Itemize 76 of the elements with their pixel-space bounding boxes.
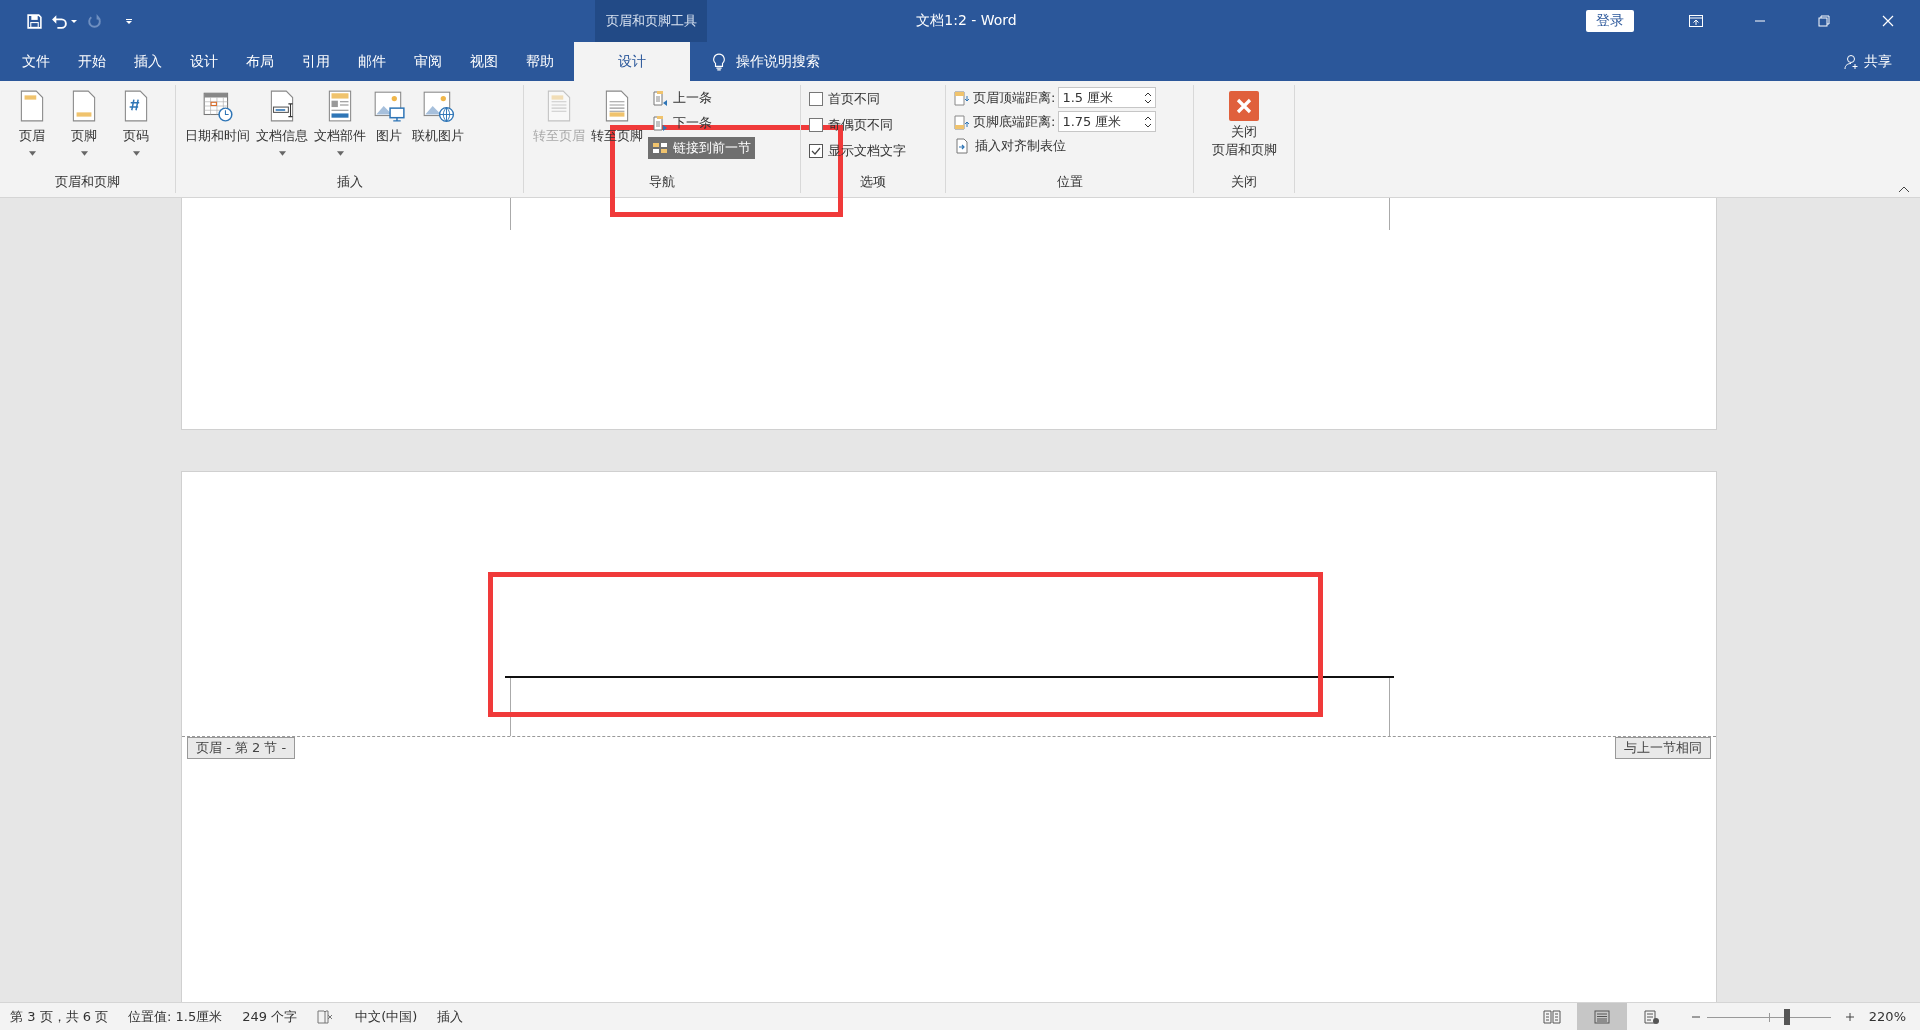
ribbon-tab[interactable]: 视图 [456, 42, 512, 81]
collapse-ribbon-icon[interactable] [1898, 185, 1910, 193]
status-text: 249 个字 [242, 1007, 298, 1026]
link-icon [652, 140, 668, 156]
proofing-icon[interactable] [317, 1009, 334, 1024]
ribbon-tab[interactable]: 布局 [232, 42, 288, 81]
ribbon-button[interactable]: 页脚 [58, 87, 110, 158]
group-label: 选项 [859, 173, 887, 191]
checkbox-option[interactable]: 首页不同 [809, 87, 906, 110]
ribbon-small-button[interactable]: 上一条 [648, 87, 716, 109]
spinner-field[interactable]: 1.75 厘米 [1058, 111, 1157, 132]
ribbon-tab[interactable]: 帮助 [512, 42, 568, 81]
ribbon-tab[interactable]: 邮件 [344, 42, 400, 81]
status-text: 第 3 页，共 6 页 [10, 1007, 109, 1026]
close-icon[interactable] [1880, 13, 1896, 29]
person-add-icon [1844, 53, 1860, 70]
header-section-tag: 页眉 - 第 2 节 - [187, 737, 296, 759]
ribbon-tab[interactable]: 审阅 [400, 42, 456, 81]
ribbon-tab[interactable]: 设计 [574, 42, 690, 81]
checkbox[interactable] [809, 91, 823, 106]
field-label: 页脚底端距离: [973, 112, 1056, 131]
zoom-in-button[interactable] [1844, 1011, 1855, 1022]
previous-icon [652, 90, 668, 106]
zoom-slider[interactable] [1706, 1008, 1831, 1025]
ribbon-tab[interactable]: 插入 [120, 42, 176, 81]
header-position-icon [954, 89, 970, 106]
ribbon-button[interactable]: 页码 [110, 87, 162, 158]
group-label: 导航 [648, 173, 676, 191]
ribbon-small-button[interactable]: 链接到前一节 [648, 137, 755, 159]
close-icon [1229, 91, 1259, 121]
save-icon[interactable] [26, 12, 43, 30]
sign-in-button[interactable]: 登录 [1586, 10, 1634, 32]
ribbon-button[interactable]: 日期和时间 [182, 87, 253, 147]
status-text: 位置值: 1.5厘米 [128, 1007, 223, 1026]
tell-me-search[interactable]: 操作说明搜索 [690, 42, 820, 81]
ribbon-button[interactable]: 页眉 [6, 87, 58, 158]
same-as-previous-tag: 与上一节相同 [1615, 737, 1711, 759]
checkbox[interactable] [809, 117, 823, 132]
footer-position-icon [954, 113, 970, 130]
ribbon-small-button[interactable]: 插入对齐制表位 [954, 135, 1070, 157]
ribbon-tab[interactable]: 设计 [176, 42, 232, 81]
restore-icon[interactable] [1816, 13, 1832, 29]
ribbon-button[interactable]: 文档部件 [311, 87, 369, 158]
checkbox[interactable] [809, 143, 823, 158]
spinner-field[interactable]: 1.5 厘米 [1058, 87, 1157, 108]
next-icon [652, 115, 668, 131]
page-globe-icon [1642, 1009, 1661, 1024]
field-label: 页眉顶端距离: [973, 88, 1056, 107]
ribbon-button[interactable]: 图片 [369, 87, 409, 147]
ribbon-tab[interactable]: 引用 [288, 42, 344, 81]
ribbon-tab[interactable]: 开始 [64, 42, 120, 81]
picture-monitor-icon [372, 89, 406, 123]
picture-globe-icon [421, 89, 455, 123]
book-icon [1542, 1009, 1561, 1024]
tab-insert-icon [954, 138, 970, 154]
language-text[interactable]: 中文(中国) [355, 1007, 418, 1026]
ribbon-tab[interactable]: 文件 [8, 42, 64, 81]
ribbon-display-icon[interactable] [1688, 13, 1704, 29]
close-header-footer-button[interactable]: 关闭 页眉和页脚 [1200, 87, 1288, 161]
plus-icon [1844, 1011, 1855, 1022]
zoom-level-text[interactable]: 220% [1868, 1009, 1906, 1024]
customize-icon[interactable] [125, 17, 133, 25]
share-button[interactable]: 共享 [1844, 42, 1920, 81]
group-label: 页眉和页脚 [54, 173, 121, 191]
group-label: 插入 [335, 173, 364, 191]
zoom-slider-thumb[interactable] [1784, 1008, 1791, 1025]
insert-mode-text[interactable]: 插入 [437, 1007, 464, 1026]
ribbon-button[interactable]: 文档信息 [253, 87, 311, 158]
contextual-tab-label: 页眉和页脚工具 [595, 0, 707, 42]
group-label: 关闭 [1230, 173, 1258, 191]
caret-icon[interactable] [70, 17, 78, 25]
ribbon-button[interactable]: 联机图片 [409, 87, 467, 147]
page-lines-icon [1592, 1009, 1611, 1024]
lightbulb-icon [712, 52, 726, 71]
window-title: 文档1:2 - Word [915, 12, 1018, 30]
group-label: 位置 [1055, 173, 1084, 191]
